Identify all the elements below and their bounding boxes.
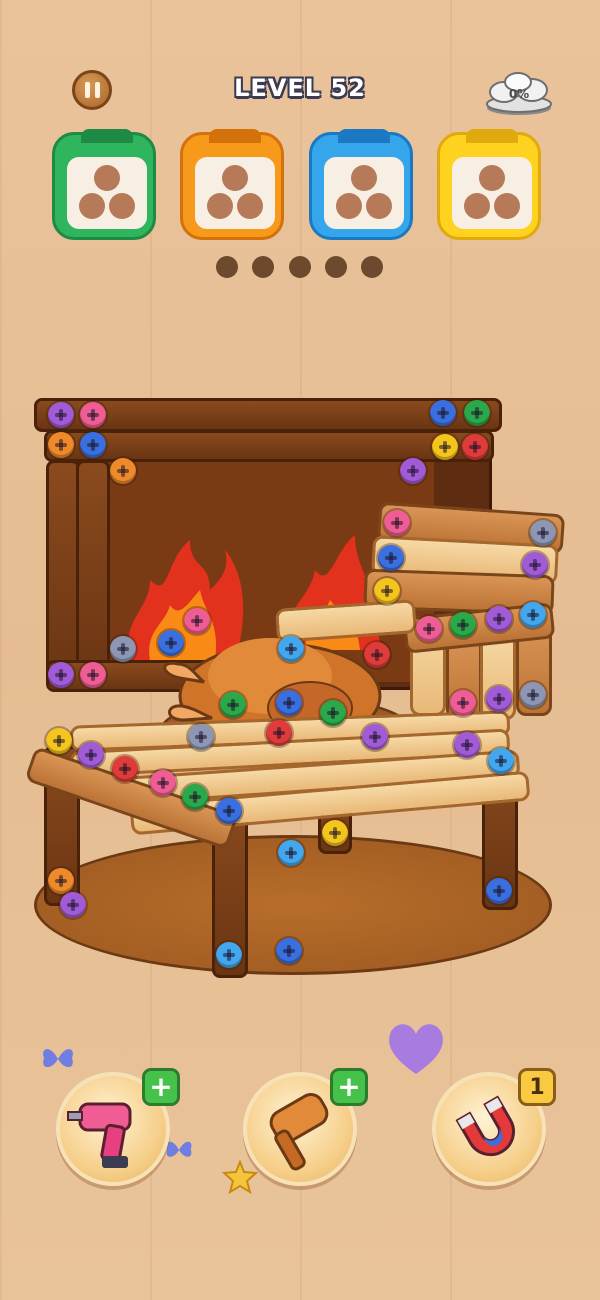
screw-slot — [494, 193, 520, 219]
screw-purple[interactable] — [486, 606, 512, 632]
box-handle — [209, 129, 261, 143]
screw-purple[interactable] — [486, 686, 512, 712]
screw-grey[interactable] — [530, 520, 556, 546]
screw-yellow[interactable] — [322, 820, 348, 846]
screw-slot — [207, 193, 233, 219]
screw-pink[interactable] — [450, 690, 476, 716]
box-handle — [81, 129, 133, 143]
plank — [46, 460, 80, 690]
color-box — [52, 129, 156, 240]
screw-sky[interactable] — [278, 840, 304, 866]
screw-grey[interactable] — [520, 682, 546, 708]
queue-slot — [252, 256, 274, 278]
screw-pink[interactable] — [416, 616, 442, 642]
screw-purple[interactable] — [48, 662, 74, 688]
plank — [44, 430, 494, 462]
screw-green[interactable] — [220, 692, 246, 718]
screw-slot — [109, 193, 135, 219]
box-slot-area — [67, 157, 147, 229]
level-title: LEVEL 52 — [234, 74, 366, 102]
screw-purple[interactable] — [454, 732, 480, 758]
coin-progress-indicator[interactable]: 0% — [484, 70, 554, 116]
add-hammer-button[interactable]: + — [330, 1068, 368, 1106]
screw-green[interactable] — [450, 612, 476, 638]
screw-purple[interactable] — [60, 892, 86, 918]
screw-purple[interactable] — [400, 458, 426, 484]
queue-slot — [325, 256, 347, 278]
screw-pink[interactable] — [80, 402, 106, 428]
box-handle — [338, 129, 390, 143]
screw-grey[interactable] — [188, 724, 214, 750]
screw-blue[interactable] — [216, 798, 242, 824]
puzzle-board — [0, 380, 600, 1000]
color-box — [309, 129, 413, 240]
screw-sky[interactable] — [488, 748, 514, 774]
add-drill-button[interactable]: + — [142, 1068, 180, 1106]
screw-red[interactable] — [462, 434, 488, 460]
screw-slot — [336, 193, 362, 219]
screw-red[interactable] — [112, 756, 138, 782]
screw-orange[interactable] — [110, 458, 136, 484]
queue-slot — [289, 256, 311, 278]
screw-purple[interactable] — [78, 742, 104, 768]
screw-grey[interactable] — [110, 636, 136, 662]
screw-slot — [79, 193, 105, 219]
screw-orange[interactable] — [48, 432, 74, 458]
screw-red[interactable] — [364, 642, 390, 668]
box-slot-area — [324, 157, 404, 229]
screw-red[interactable] — [266, 720, 292, 746]
screw-yellow[interactable] — [46, 728, 72, 754]
screw-pink[interactable] — [184, 608, 210, 634]
screw-blue[interactable] — [378, 545, 404, 571]
box-slot-area — [195, 157, 275, 229]
screw-purple[interactable] — [48, 402, 74, 428]
screw-slot — [94, 165, 120, 191]
screw-blue[interactable] — [276, 690, 302, 716]
screw-slot — [351, 165, 377, 191]
magnet-count-badge: 1 — [518, 1068, 556, 1106]
box-slot-area — [452, 157, 532, 229]
screw-green[interactable] — [464, 400, 490, 426]
screw-sky[interactable] — [216, 942, 242, 968]
queue-slot — [361, 256, 383, 278]
screw-yellow[interactable] — [432, 434, 458, 460]
screw-purple[interactable] — [522, 552, 548, 578]
screw-purple[interactable] — [362, 724, 388, 750]
screw-sky[interactable] — [278, 636, 304, 662]
butterfly-icon — [43, 1049, 73, 1068]
screw-green[interactable] — [320, 700, 346, 726]
screw-slot — [464, 193, 490, 219]
screw-blue[interactable] — [486, 878, 512, 904]
screw-blue[interactable] — [158, 630, 184, 656]
screw-slot — [366, 193, 392, 219]
queue-slot — [216, 256, 238, 278]
color-box — [180, 129, 284, 240]
coin-progress-text: 0% — [508, 87, 530, 101]
heart-icon — [389, 1024, 443, 1074]
screw-pink[interactable] — [384, 510, 410, 536]
color-box — [437, 129, 541, 240]
screw-orange[interactable] — [48, 868, 74, 894]
pause-button[interactable] — [72, 70, 112, 110]
screw-blue[interactable] — [430, 400, 456, 426]
screw-sky[interactable] — [520, 602, 546, 628]
screw-pink[interactable] — [150, 770, 176, 796]
box-handle — [466, 129, 518, 143]
screw-green[interactable] — [182, 784, 208, 810]
screw-slot — [222, 165, 248, 191]
screw-slot — [479, 165, 505, 191]
screw-blue[interactable] — [80, 432, 106, 458]
screw-yellow[interactable] — [374, 578, 400, 604]
plank — [76, 460, 110, 690]
screw-pink[interactable] — [80, 662, 106, 688]
screw-blue[interactable] — [276, 938, 302, 964]
screw-slot — [237, 193, 263, 219]
pause-icon — [84, 82, 90, 98]
